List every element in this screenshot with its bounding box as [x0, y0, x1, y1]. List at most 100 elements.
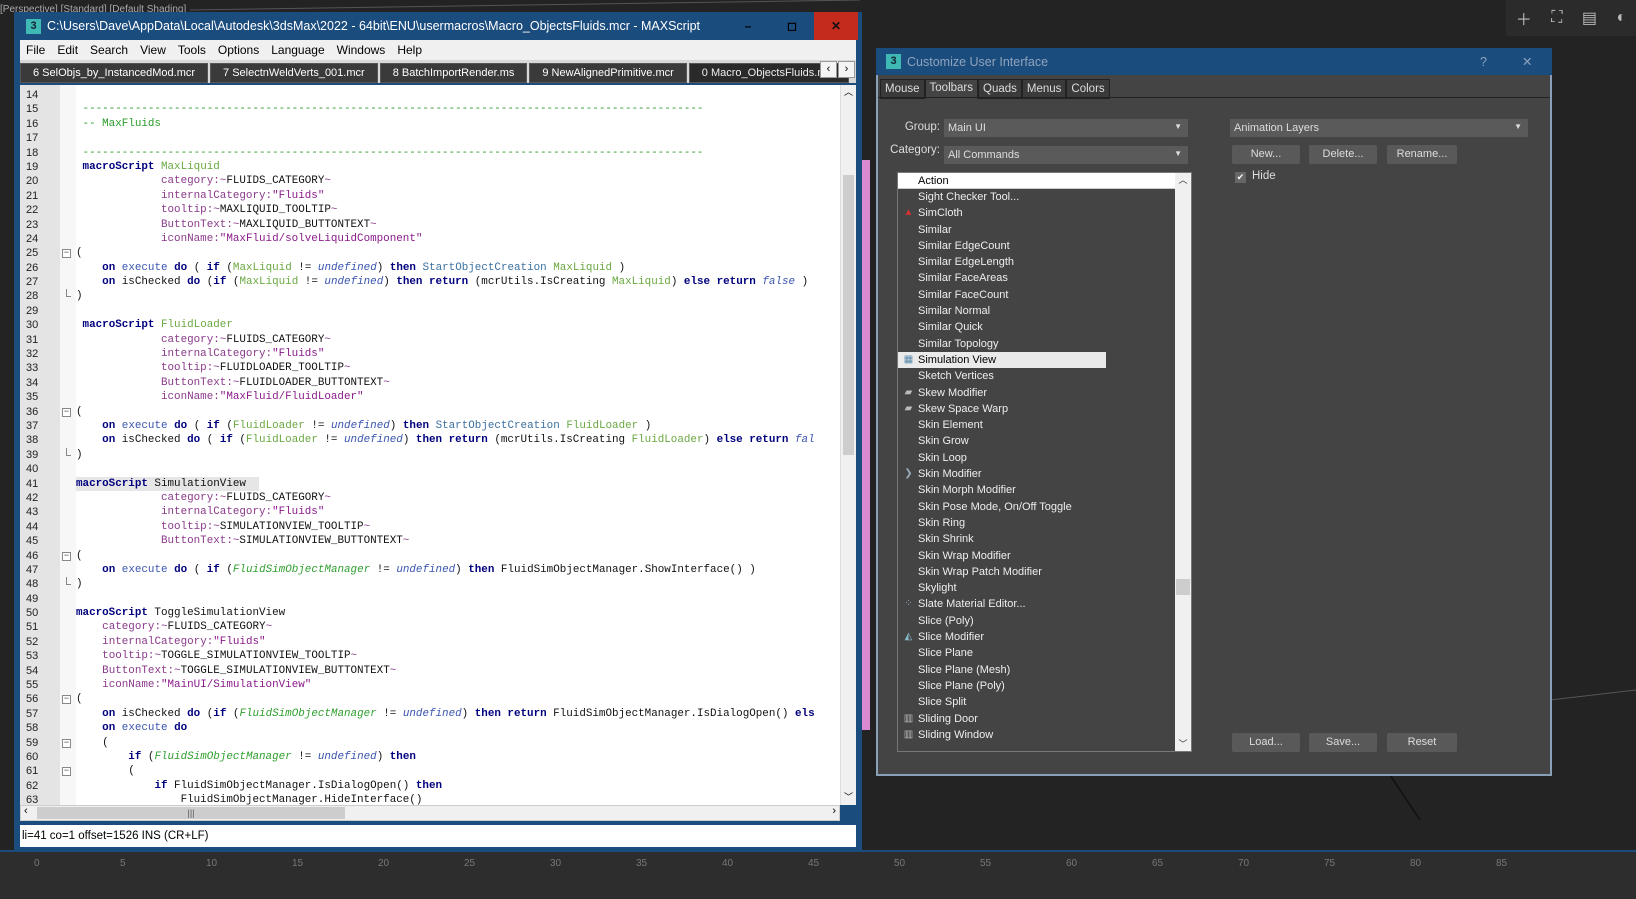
fold-collapse-icon[interactable]: −	[62, 695, 71, 705]
action-list-item[interactable]: ▰ Skew Modifier	[898, 385, 1191, 401]
file-tab[interactable]: 8 BatchImportRender.ms	[379, 63, 528, 83]
tab-toolbars[interactable]: Toolbars	[924, 79, 978, 99]
scroll-down-icon[interactable]: ﹀	[1175, 737, 1191, 750]
tab-scroll-right-icon[interactable]: ›	[838, 61, 855, 78]
code-token: (	[76, 765, 135, 778]
scroll-up-icon[interactable]: ︿	[1175, 173, 1191, 186]
horizontal-scrollbar[interactable]: ‹ ||| ›	[20, 805, 840, 821]
action-list-item[interactable]: Slice Plane (Poly)	[898, 678, 1191, 694]
action-list-item[interactable]: Skin Grow	[898, 433, 1191, 449]
menu-tools[interactable]: Tools	[172, 43, 212, 57]
timeline-ruler[interactable]: 0 5 10 15 20 25 30 35 40 45 50 55 60 65 70 75 80 85	[0, 850, 1636, 899]
tab-colors[interactable]: Colors	[1066, 79, 1110, 99]
action-list-item[interactable]: Skin Morph Modifier	[898, 482, 1191, 498]
scroll-thumb[interactable]	[843, 175, 854, 455]
code-token: )	[376, 261, 390, 274]
fold-collapse-icon[interactable]: −	[62, 767, 71, 777]
dialog-close-button[interactable]: ✕	[1522, 54, 1532, 69]
menu-language[interactable]: Language	[265, 43, 330, 57]
vertical-scrollbar[interactable]: ︿ ﹀	[840, 85, 856, 805]
menu-help[interactable]: Help	[391, 43, 428, 57]
action-list-item[interactable]: ▲ SimCloth	[898, 205, 1191, 221]
action-list-item[interactable]: Similar Normal	[898, 303, 1191, 319]
scroll-down-icon[interactable]: ﹀	[841, 790, 856, 803]
action-list-item[interactable]: Similar EdgeLength	[898, 254, 1191, 270]
load-button[interactable]: Load...	[1232, 733, 1300, 752]
list-scroll-thumb[interactable]	[1176, 579, 1190, 595]
action-list-item[interactable]: ▥ Sliding Window	[898, 727, 1191, 743]
toolbar-dropdown[interactable]: Animation Layers ▼	[1230, 119, 1528, 137]
group-dropdown[interactable]: Main UI ▼	[944, 119, 1188, 137]
zoom-extents-icon[interactable]: ⛶	[1551, 9, 1562, 27]
action-list-item[interactable]: Similar Topology	[898, 336, 1191, 352]
action-list-item[interactable]: ⁘ Slate Material Editor...	[898, 596, 1191, 612]
file-tab[interactable]: 9 NewAlignedPrimitive.mcr	[529, 63, 687, 83]
action-list-item[interactable]: Similar FaceCount	[898, 287, 1191, 303]
tab-quads[interactable]: Quads	[978, 79, 1022, 99]
action-list-item[interactable]: Skin Ring	[898, 515, 1191, 531]
action-list-item[interactable]: Skin Wrap Patch Modifier	[898, 564, 1191, 580]
action-list-item[interactable]: Similar	[898, 222, 1191, 238]
action-list-item[interactable]: ▦ Simulation View	[898, 351, 1106, 369]
action-list-item[interactable]: ◭ Slice Modifier	[898, 629, 1191, 645]
action-list-item[interactable]: ▰ Skew Space Warp	[898, 401, 1191, 417]
action-list-item[interactable]: Sketch Vertices	[898, 368, 1191, 384]
fold-collapse-icon[interactable]: −	[62, 551, 71, 561]
action-list-item[interactable]: Skin Pose Mode, On/Off Toggle	[898, 499, 1191, 515]
action-list-item[interactable]: Sight Checker Tool...	[898, 189, 1191, 205]
action-list-item[interactable]: Slice (Poly)	[898, 613, 1191, 629]
dialog-title-bar[interactable]: 3 Customize User Interface ? ✕	[876, 48, 1552, 75]
scroll-up-icon[interactable]: ︿	[841, 85, 856, 98]
help-button[interactable]: ?	[1480, 55, 1487, 69]
action-list-item[interactable]: Similar EdgeCount	[898, 238, 1191, 254]
scroll-right-icon[interactable]: ›	[832, 805, 836, 817]
action-list-item[interactable]: Similar Quick	[898, 319, 1191, 335]
tab-scroll-left-icon[interactable]: ‹	[820, 61, 837, 78]
menu-options[interactable]: Options	[212, 43, 265, 57]
fold-collapse-icon[interactable]: −	[62, 738, 71, 748]
maximize-button[interactable]: ◻	[770, 12, 814, 40]
action-list-item[interactable]: Slice Split	[898, 694, 1191, 710]
code-line: 33 tooltip:~FLUIDLOADER_TOOLTIP~	[20, 361, 840, 375]
minimize-button[interactable]: –	[726, 12, 770, 40]
action-list-item[interactable]: Slice Plane (Mesh)	[898, 662, 1191, 678]
fold-collapse-icon[interactable]: −	[62, 249, 71, 259]
action-list-item[interactable]: ❯ Skin Modifier	[898, 466, 1191, 482]
action-list-item[interactable]: Skin Element	[898, 417, 1191, 433]
menu-edit[interactable]: Edit	[51, 43, 84, 57]
tab-menus[interactable]: Menus	[1021, 79, 1067, 99]
menu-file[interactable]: File	[20, 43, 51, 57]
close-button[interactable]: ✕	[814, 12, 858, 40]
delete-toolbar-button[interactable]: Delete...	[1309, 145, 1377, 164]
fold-collapse-icon[interactable]: −	[62, 407, 71, 417]
action-list-item[interactable]: Skylight	[898, 580, 1191, 596]
file-tab[interactable]: 7 SelectnWeldVerts_001.mcr	[210, 63, 378, 83]
save-button[interactable]: Save...	[1309, 733, 1377, 752]
code-editor[interactable]: 14 15 -----------------------------------…	[20, 85, 856, 805]
tab-mouse[interactable]: Mouse	[880, 79, 925, 99]
category-dropdown[interactable]: All Commands ▼	[944, 146, 1188, 164]
action-list-item[interactable]: Skin Loop	[898, 450, 1191, 466]
action-list[interactable]: Action Sight Checker Tool... ▲ SimCloth Sim…	[897, 172, 1192, 752]
menu-windows[interactable]: Windows	[331, 43, 392, 57]
file-tab[interactable]: 6 SelObjs_by_InstancedMod.mcr	[20, 63, 209, 83]
menu-view[interactable]: View	[134, 43, 172, 57]
list-header-action[interactable]: Action	[898, 173, 1175, 189]
maximize-viewport-icon[interactable]: ▤	[1582, 8, 1597, 28]
list-scrollbar[interactable]: ︿ ﹀	[1175, 173, 1191, 751]
action-list-item[interactable]: Skin Wrap Modifier	[898, 548, 1191, 564]
reset-button[interactable]: Reset	[1387, 733, 1457, 752]
new-toolbar-button[interactable]: New...	[1232, 145, 1300, 164]
toggle-icon[interactable]: ◐	[1617, 9, 1627, 27]
hide-checkbox[interactable]: ✔	[1235, 172, 1246, 183]
simcloth-icon: ▲	[903, 207, 914, 219]
h-scroll-thumb[interactable]: |||	[37, 807, 345, 819]
rename-toolbar-button[interactable]: Rename...	[1387, 145, 1457, 164]
plus-icon[interactable]: ＋	[1516, 6, 1532, 30]
action-list-item[interactable]: ▥ Sliding Door	[898, 711, 1191, 727]
action-list-item[interactable]: Similar FaceAreas	[898, 270, 1191, 286]
menu-search[interactable]: Search	[84, 43, 134, 57]
action-list-item[interactable]: Skin Shrink	[898, 531, 1191, 547]
scroll-left-icon[interactable]: ‹	[24, 805, 28, 817]
action-list-item[interactable]: Slice Plane	[898, 645, 1191, 661]
